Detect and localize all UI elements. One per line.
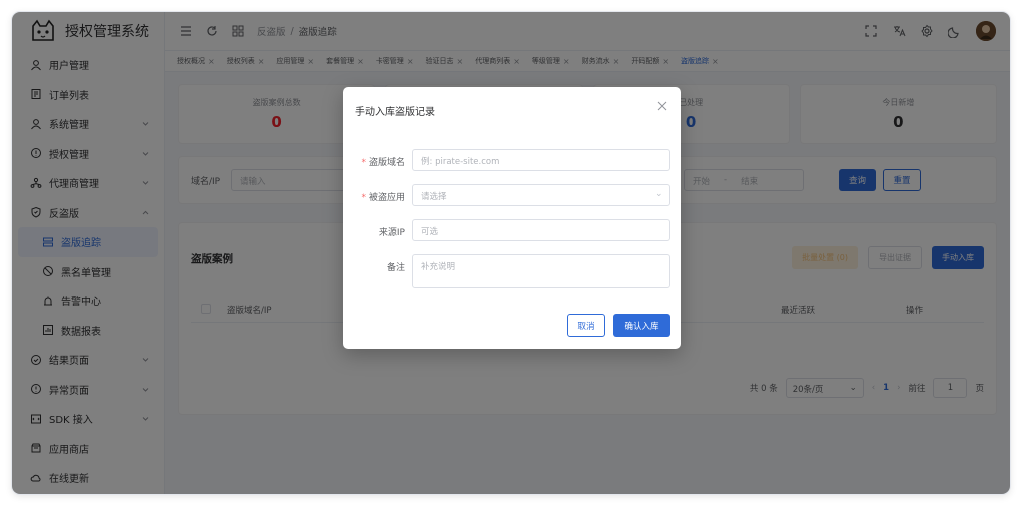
close-icon[interactable] — [657, 101, 667, 111]
field-label-text: 被盗应用 — [368, 193, 405, 203]
source-ip-input[interactable]: 可选 — [412, 219, 670, 241]
required-mark: * — [361, 158, 366, 168]
field-label: * 盗版域名 — [361, 155, 405, 168]
cancel-button[interactable]: 取消 — [567, 314, 605, 337]
confirm-add-button[interactable]: 确认入库 — [613, 314, 670, 337]
field-label: 来源IP — [379, 225, 405, 238]
field-label-text: 盗版域名 — [368, 158, 405, 168]
pirate-domain-input[interactable]: 例: pirate-site.com — [412, 149, 670, 171]
remark-textarea[interactable]: 补充说明 — [412, 254, 670, 288]
required-mark: * — [361, 193, 366, 203]
field-label: 备注 — [387, 260, 405, 273]
field-label-text: 来源IP — [378, 228, 405, 238]
stolen-app-select[interactable]: 请选择 — [412, 184, 670, 206]
chevron-down-icon: ⌄ — [655, 189, 663, 199]
field-label: * 被盗应用 — [361, 190, 405, 203]
manual-add-dialog: 手动入库盗版记录 * 盗版域名 例: pirate-site.com * 被盗应用 请选择… — [343, 87, 681, 349]
dialog-footer: 取消 确认入库 — [567, 314, 670, 337]
app-window: 授权管理系统 用户管理订单列表系统管理授权管理代理商管理反盗版盗版追踪黑名单管理… — [12, 12, 1010, 494]
field-label-text: 备注 — [386, 263, 405, 273]
dialog-title: 手动入库盗版记录 — [355, 107, 435, 118]
